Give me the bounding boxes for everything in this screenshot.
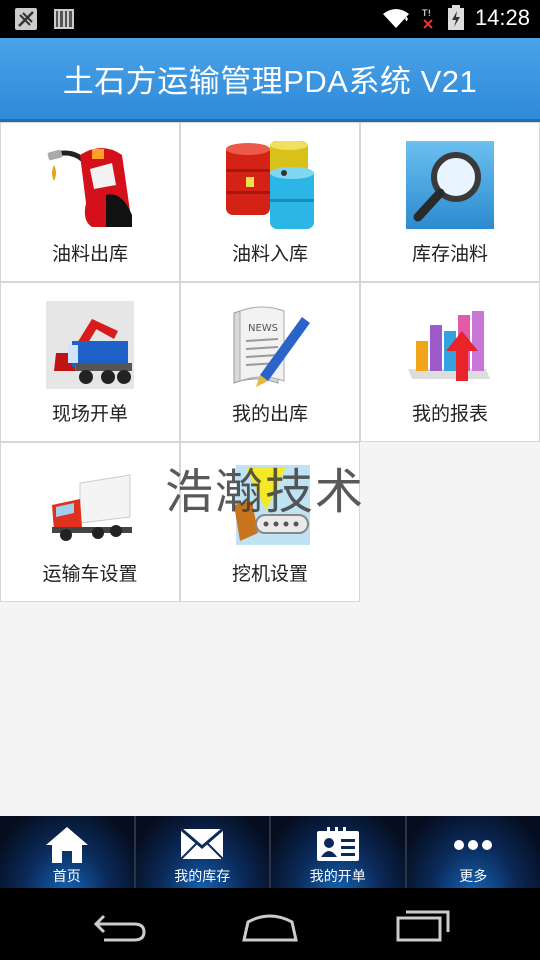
no-signal-notification-icon (15, 8, 37, 30)
bar-chart-icon (408, 311, 490, 381)
grid-item-truck-settings[interactable]: 运输车设置 (0, 442, 180, 602)
grid-item-label: 库存油料 (411, 243, 488, 265)
wifi-icon (382, 9, 409, 28)
bottom-tab-bar: 首页 我的库存 我的开单 更多 (0, 816, 540, 888)
grid-item-label: 现场开单 (51, 403, 128, 425)
app-header: 土石方运输管理PDA系统 V21 (0, 38, 540, 122)
excavator-truck-icon (46, 301, 134, 389)
home-nav-icon[interactable] (240, 906, 300, 946)
recent-apps-icon[interactable] (392, 906, 452, 946)
grid-item-fuel-in[interactable]: 油料入库 (180, 122, 360, 282)
more-dots-icon (454, 840, 493, 850)
barcode-notification-icon (54, 9, 74, 29)
tab-more[interactable]: 更多 (406, 816, 540, 888)
grid-item-fuel-out[interactable]: 油料出库 (0, 122, 180, 282)
tab-label: 我的开单 (309, 869, 366, 885)
system-nav-bar (0, 888, 540, 960)
home-icon (45, 827, 88, 863)
magnifier-icon (406, 141, 494, 229)
tab-my-stock[interactable]: 我的库存 (135, 816, 271, 888)
tab-label: 更多 (459, 869, 488, 885)
grid-item-my-report[interactable]: 我的报表 (360, 282, 540, 442)
fuel-pump-icon (47, 148, 132, 227)
newspaper-pen-icon: NEWS (233, 306, 310, 387)
grid-item-site-order[interactable]: 现场开单 (0, 282, 180, 442)
grid-item-label: 我的报表 (411, 403, 488, 425)
grid-item-my-out[interactable]: NEWS 我的出库 (180, 282, 360, 442)
watermark-text: 浩瀚技术 (165, 464, 366, 520)
tab-label: 我的库存 (174, 869, 231, 885)
battery-charging-icon (447, 5, 464, 30)
clock-time: 14:28 (474, 5, 530, 30)
tab-home[interactable]: 首页 (0, 816, 136, 888)
id-card-icon (316, 827, 359, 861)
status-bar: T! 14:28 (0, 0, 540, 38)
svg-text:NEWS: NEWS (248, 323, 278, 334)
back-icon[interactable] (90, 906, 150, 946)
red-truck-icon (52, 474, 132, 541)
grid-item-label: 运输车设置 (42, 563, 138, 585)
tab-my-orders[interactable]: 我的开单 (271, 816, 407, 888)
grid-item-fuel-stock[interactable]: 库存油料 (360, 122, 540, 282)
grid-item-label: 我的出库 (231, 403, 308, 425)
grid-item-label: 挖机设置 (231, 563, 308, 585)
svg-text:T!: T! (421, 9, 431, 19)
signal-x-icon: T! (421, 9, 433, 29)
grid-item-label: 油料入库 (231, 243, 308, 265)
app-title: 土石方运输管理PDA系统 V21 (62, 64, 478, 99)
envelope-icon (180, 827, 225, 860)
grid-item-label: 油料出库 (51, 243, 128, 265)
oil-barrels-icon (226, 141, 314, 229)
tab-label: 首页 (52, 869, 81, 885)
